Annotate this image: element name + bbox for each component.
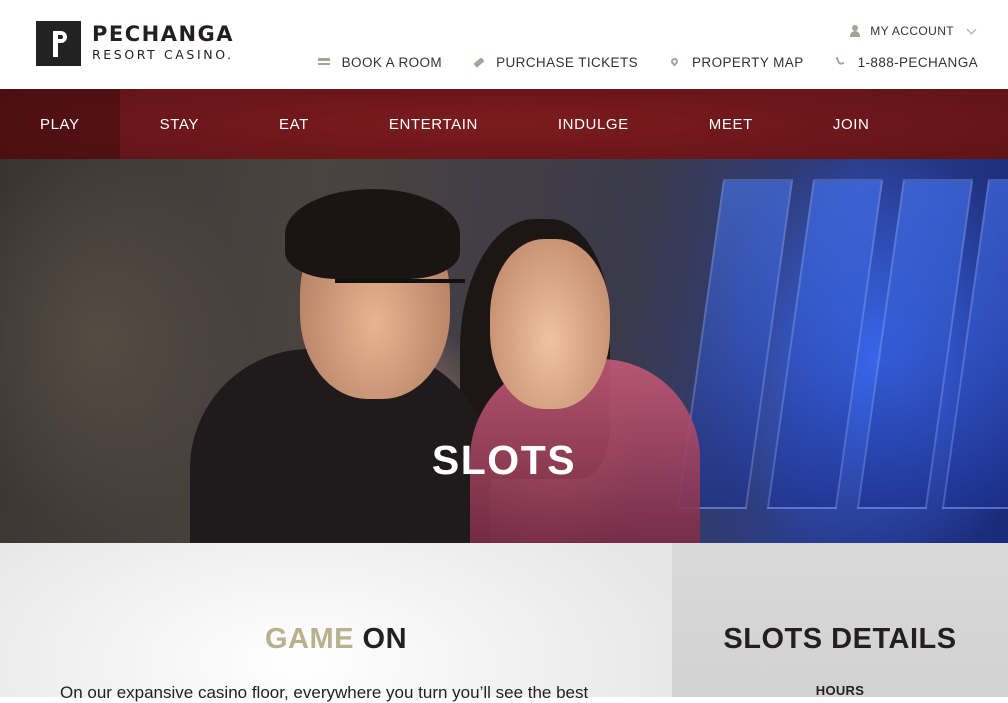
utility-links: BOOK A ROOM PURCHASE TICKETS PROPERTY MA… xyxy=(288,53,978,71)
details-heading: SLOTS DETAILS xyxy=(672,623,1008,656)
phone-link[interactable]: 1-888-PECHANGA xyxy=(834,55,978,70)
nav-item-entertain[interactable]: ENTERTAIN xyxy=(349,89,518,159)
logo-mark-icon xyxy=(36,21,81,66)
nav-label: JOIN xyxy=(832,115,870,133)
phone-label: 1-888-PECHANGA xyxy=(857,54,978,70)
purchase-tickets-link[interactable]: PURCHASE TICKETS xyxy=(472,55,638,70)
hours-label: HOURS xyxy=(815,683,865,698)
nav-item-indulge[interactable]: INDULGE xyxy=(518,89,669,159)
nav-item-join[interactable]: JOIN xyxy=(793,89,910,159)
property-map-link[interactable]: PROPERTY MAP xyxy=(668,55,804,70)
nav-label: ENTERTAIN xyxy=(388,115,478,133)
intro-section: GAME ON On our expansive casino floor, e… xyxy=(0,543,672,702)
details-panel: SLOTS DETAILS HOURS xyxy=(672,543,1008,698)
nav-label: INDULGE xyxy=(557,115,629,133)
intro-body-text: On our expansive casino floor, everywher… xyxy=(60,683,589,702)
page-title: SLOTS xyxy=(431,437,577,483)
intro-heading-bold: ON xyxy=(362,623,408,655)
hero-figure-glasses xyxy=(335,279,465,305)
site-header: PECHANGA RESORT CASINO. MY ACCOUNT BOOK … xyxy=(0,0,1008,89)
nav-item-play[interactable]: PLAY xyxy=(0,89,120,159)
intro-heading: GAME ON xyxy=(0,623,672,656)
details-heading-light: SLOTS xyxy=(723,623,823,655)
user-icon xyxy=(849,25,861,37)
purchase-tickets-label: PURCHASE TICKETS xyxy=(496,54,639,70)
my-account-label: MY ACCOUNT xyxy=(870,24,954,38)
bed-icon xyxy=(318,56,331,68)
nav-label: STAY xyxy=(159,115,200,133)
ticket-icon xyxy=(472,56,485,68)
my-account-menu[interactable]: MY ACCOUNT xyxy=(849,23,978,39)
nav-item-meet[interactable]: MEET xyxy=(669,89,793,159)
nav-label: PLAY xyxy=(40,115,80,133)
property-map-label: PROPERTY MAP xyxy=(692,54,804,70)
intro-heading-light: GAME xyxy=(264,623,354,655)
hero-figure-face xyxy=(490,239,610,409)
map-pin-icon xyxy=(668,56,681,68)
chevron-down-icon xyxy=(966,25,978,37)
book-a-room-link[interactable]: BOOK A ROOM xyxy=(318,55,442,70)
logo-wordmark: PECHANGA RESORT CASINO. xyxy=(92,24,234,63)
nav-item-stay[interactable]: STAY xyxy=(120,89,239,159)
logo-line-2: RESORT CASINO. xyxy=(92,47,234,62)
logo-line-1: PECHANGA xyxy=(92,22,235,46)
phone-icon xyxy=(834,55,847,68)
main-nav: PLAY STAY EAT ENTERTAIN INDULGE MEET JOI… xyxy=(0,89,1008,159)
nav-label: EAT xyxy=(279,115,309,133)
details-heading-bold: DETAILS xyxy=(831,623,957,655)
hero-banner: SLOTS xyxy=(0,159,1008,543)
hero-figure-hair xyxy=(285,189,460,279)
pechanga-logo[interactable]: PECHANGA RESORT CASINO. xyxy=(36,21,234,66)
book-a-room-label: BOOK A ROOM xyxy=(341,54,443,70)
nav-label: MEET xyxy=(708,115,753,133)
nav-item-eat[interactable]: EAT xyxy=(239,89,349,159)
